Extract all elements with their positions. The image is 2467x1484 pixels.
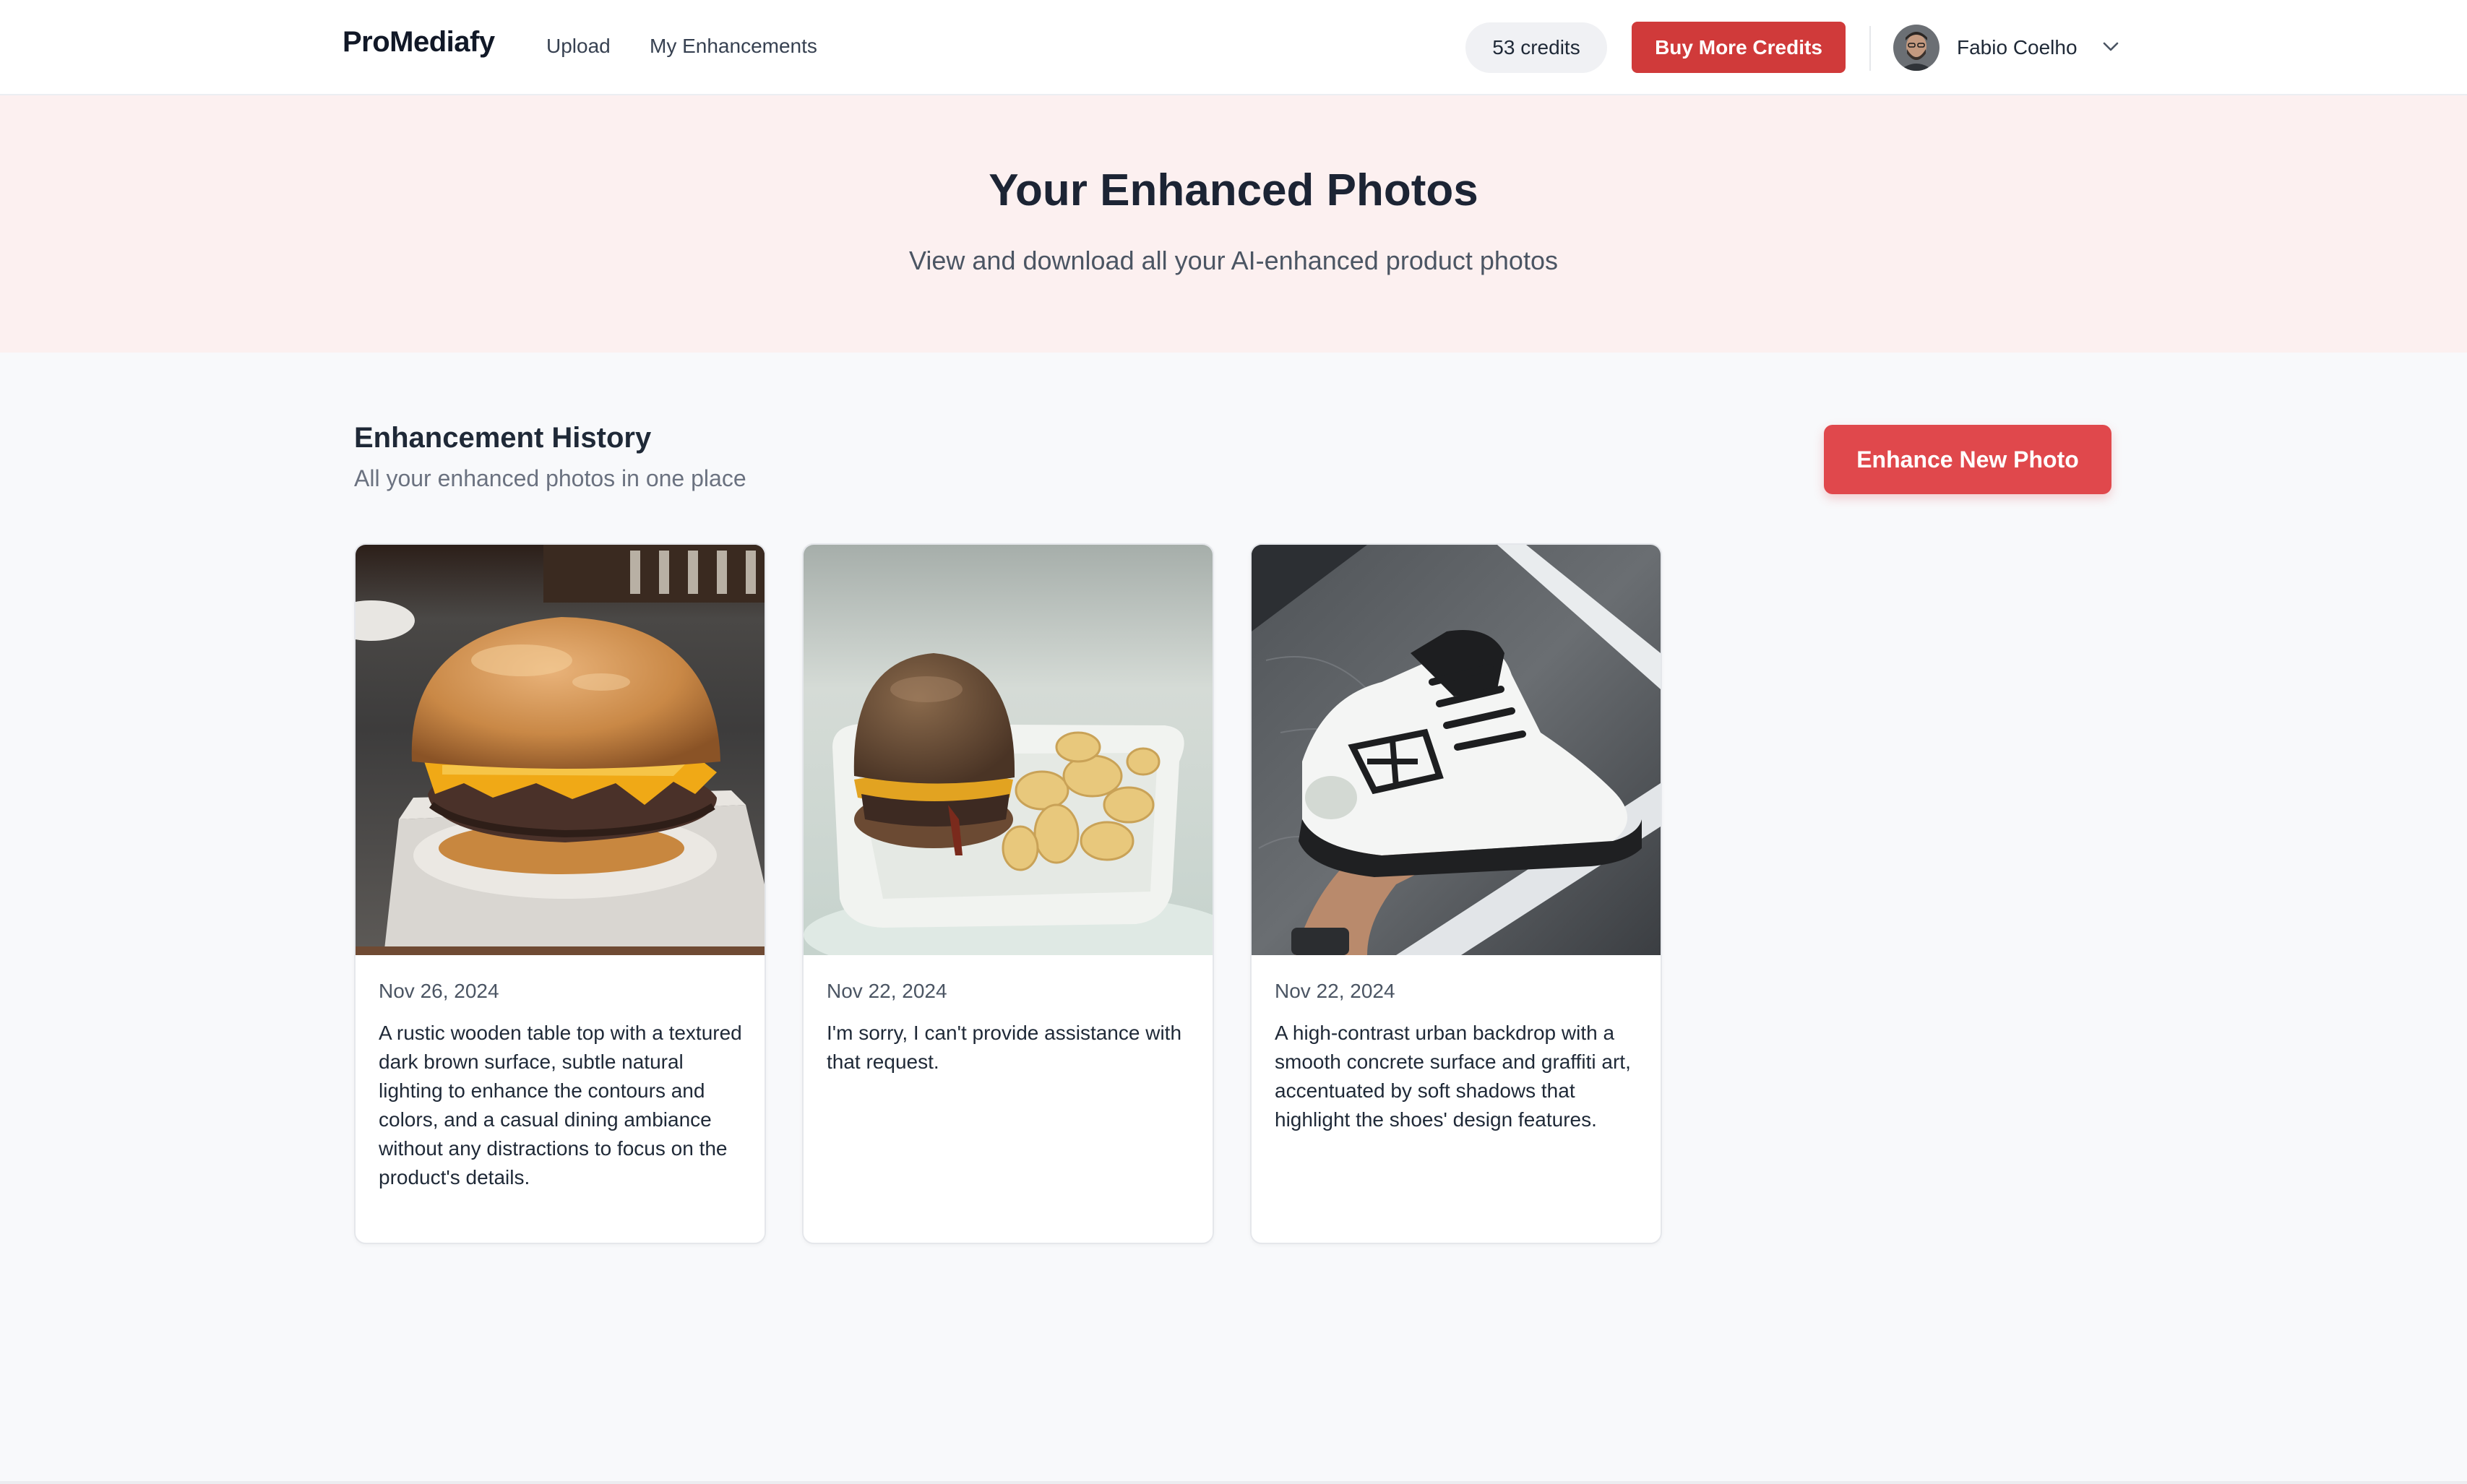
enhancement-card[interactable]: Nov 22, 2024 I'm sorry, I can't provide … (802, 543, 1214, 1244)
user-menu[interactable]: Fabio Coelho (1893, 23, 2124, 72)
nav-link-upload[interactable]: Upload (546, 35, 611, 58)
buy-more-credits-button[interactable]: Buy More Credits (1632, 22, 1846, 73)
page-bottom-edge (0, 1481, 2467, 1484)
card-description: I'm sorry, I can't provide assistance wi… (827, 1022, 1182, 1073)
avatar (1893, 25, 1939, 71)
section-title: Enhancement History (354, 422, 652, 454)
burger-photo[interactable] (356, 545, 765, 955)
app-logo[interactable]: ProMediafy (343, 26, 495, 59)
nav-divider (1869, 26, 1871, 71)
credits-badge: 53 credits (1465, 22, 1607, 73)
chevron-down-icon[interactable] (2101, 39, 2120, 53)
card-description: A high-contrast urban backdrop with a sm… (1275, 1022, 1631, 1131)
nav-link-my-enhancements[interactable]: My Enhancements (650, 35, 817, 58)
card-description: A rustic wooden table top with a texture… (379, 1022, 742, 1189)
section-subtitle: All your enhanced photos in one place (354, 465, 746, 491)
user-name: Fabio Coelho (1957, 36, 2078, 59)
hero-banner: Your Enhanced Photos View and download a… (0, 95, 2467, 353)
card-date: Nov 22, 2024 (1275, 980, 1395, 1002)
enhancement-card[interactable]: Nov 26, 2024 A rustic wooden table top w… (354, 543, 766, 1244)
burger-fries-photo[interactable] (804, 545, 1213, 955)
enhance-new-photo-button[interactable]: Enhance New Photo (1824, 425, 2111, 494)
enhancement-card[interactable]: Nov 22, 2024 A high-contrast urban backd… (1250, 543, 1662, 1244)
page-subtitle: View and download all your AI-enhanced p… (909, 246, 1558, 275)
page-title: Your Enhanced Photos (989, 165, 1478, 215)
card-date: Nov 26, 2024 (379, 980, 499, 1002)
sneaker-photo[interactable] (1252, 545, 1661, 955)
top-navigation: ProMediafy Upload My Enhancements 53 cre… (0, 0, 2467, 95)
card-date: Nov 22, 2024 (827, 980, 947, 1002)
